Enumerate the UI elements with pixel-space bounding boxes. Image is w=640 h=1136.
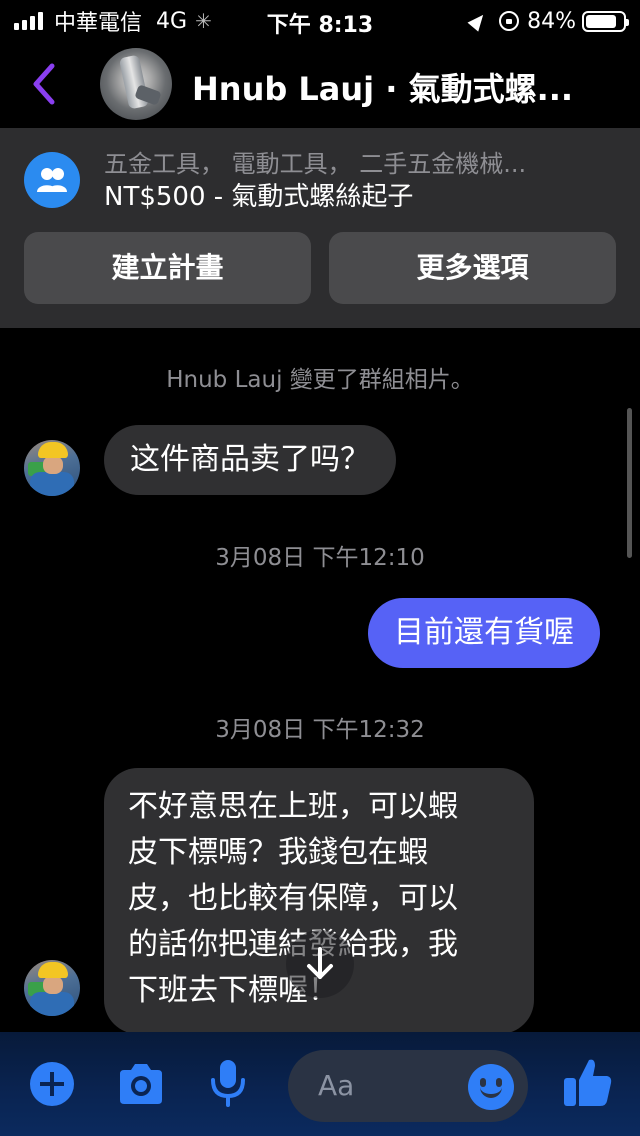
thumbs-up-icon[interactable] (562, 1056, 614, 1108)
message-timestamp: 3月08日 下午12:10 (215, 545, 425, 571)
listing-avatar[interactable] (100, 48, 172, 120)
people-icon (37, 168, 67, 192)
scroll-to-bottom-button[interactable] (286, 930, 354, 998)
status-right: 84% (467, 8, 629, 34)
message-input[interactable]: Aa (288, 1050, 528, 1122)
scrollbar[interactable] (627, 408, 632, 558)
emoji-icon[interactable] (468, 1064, 514, 1110)
camera-glyph (120, 1064, 162, 1104)
message-line: 皮下標嗎？我錢包在蝦 (128, 835, 428, 870)
sender-avatar[interactable] (24, 960, 80, 1016)
marketplace-listing-panel: 五金工具， 電動工具， 二手五金機械... NT$500 - 氣動式螺絲起子 建… (0, 128, 640, 328)
message-input-placeholder: Aa (318, 1069, 355, 1102)
rotation-lock-icon (499, 11, 520, 31)
avatar-helmet (38, 962, 68, 978)
emoji-mouth (480, 1086, 502, 1098)
status-bar: 中華電信 4G ✳ 下午 8:13 84% (0, 0, 640, 42)
group-icon (24, 152, 80, 208)
battery-icon (582, 10, 629, 32)
battery-percentage: 84% (527, 8, 576, 34)
battery-fill (586, 14, 617, 28)
system-note: Hnub Lauj 變更了群組相片。 (166, 367, 474, 393)
avatar-helmet (38, 442, 68, 458)
message-composer: Aa (0, 1032, 640, 1136)
location-arrow-icon (467, 10, 489, 32)
arrow-down-icon (307, 947, 333, 979)
chat-title[interactable]: Hnub Lauj · 氣動式螺... (192, 64, 592, 110)
plus-icon[interactable] (30, 1062, 74, 1106)
avatar-face (43, 456, 63, 474)
avatar-body (30, 992, 74, 1016)
back-button[interactable] (30, 62, 70, 106)
incoming-message-bubble[interactable]: 这件商品卖了吗？ (104, 425, 396, 495)
more-options-button[interactable]: 更多選項 (329, 232, 616, 304)
thumbs-up-glyph (564, 1059, 612, 1106)
microphone-glyph (211, 1060, 245, 1107)
listing-category: 五金工具， 電動工具， 二手五金機械... (104, 150, 527, 178)
chat-header: Hnub Lauj · 氣動式螺... (0, 42, 640, 128)
avatar-body (30, 472, 74, 496)
create-plan-button[interactable]: 建立計畫 (24, 232, 311, 304)
message-timestamp: 3月08日 下午12:32 (215, 717, 425, 743)
outgoing-message-bubble[interactable]: 目前還有貨喔 (368, 598, 600, 668)
avatar-face (43, 976, 63, 994)
sender-avatar[interactable] (24, 440, 80, 496)
listing-price-title[interactable]: NT$500 - 氣動式螺絲起子 (104, 176, 413, 213)
microphone-icon[interactable] (208, 1058, 248, 1108)
chevron-left-icon (33, 63, 55, 105)
message-line: 不好意思在上班，可以蝦 (128, 789, 458, 824)
message-line: 皮，也比較有保障，可以 (128, 881, 458, 916)
camera-icon[interactable] (116, 1062, 166, 1106)
messenger-chat-screen: 中華電信 4G ✳ 下午 8:13 84% Hnub Lauj · 氣動式螺..… (0, 0, 640, 1136)
